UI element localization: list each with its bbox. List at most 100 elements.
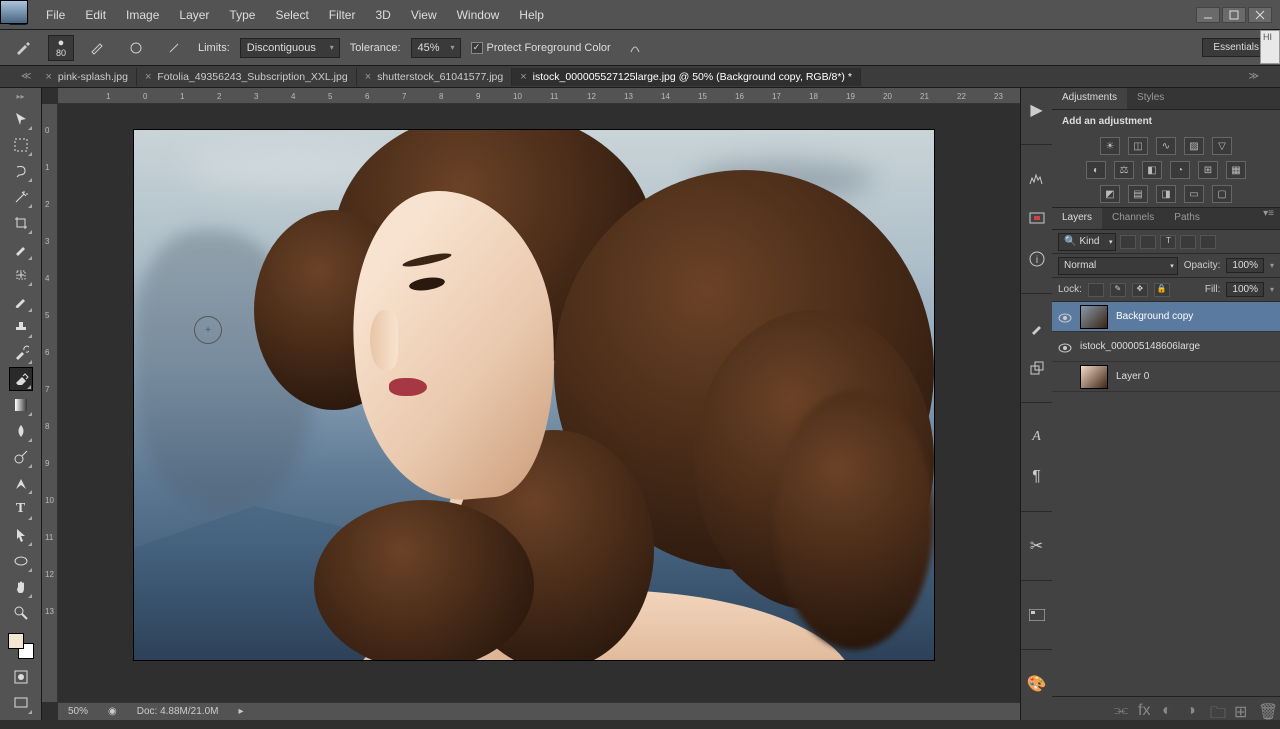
new-fill-icon[interactable]: ◑ [1186,702,1200,716]
character-icon[interactable]: A [1027,427,1047,447]
fill-value[interactable]: 100% [1226,282,1264,297]
lock-all-icon[interactable]: 🔒 [1154,283,1170,297]
new-group-icon[interactable]: 🗀 [1210,702,1224,716]
color-swatches[interactable] [8,633,34,659]
tab-scroll-left-icon[interactable]: ≪ [15,71,37,82]
hidden-panel-peek[interactable]: HI [1260,30,1280,64]
menu-layer[interactable]: Layer [169,4,219,26]
curves-icon[interactable]: ∿ [1156,137,1176,155]
status-arrow-icon[interactable]: ▸ [238,706,243,717]
blur-tool[interactable] [9,419,33,443]
filter-type-icon[interactable]: T [1160,235,1176,249]
pen-tool[interactable] [9,471,33,495]
document-tab[interactable]: ×pink-splash.jpg [37,68,136,86]
panel-menu-icon[interactable]: ▾≡ [1263,208,1280,229]
layer-thumbnail[interactable] [1080,365,1108,389]
tab-styles[interactable]: Styles [1127,88,1174,109]
blend-mode-select[interactable]: Normal [1058,257,1178,275]
tab-scroll-right-icon[interactable]: ≫ [1243,71,1265,82]
canvas[interactable]: + [58,104,1020,702]
filter-pixel-icon[interactable] [1120,235,1136,249]
pressure-icon[interactable] [122,36,150,60]
threshold-icon[interactable]: ◨ [1156,185,1176,203]
visibility-icon[interactable] [1058,340,1072,354]
delete-layer-icon[interactable]: 🗑 [1258,702,1272,716]
filter-smart-icon[interactable] [1200,235,1216,249]
visibility-icon[interactable] [1058,310,1072,324]
screenmode-tool[interactable] [9,691,33,715]
layer-fx-icon[interactable]: fx [1138,702,1152,716]
tablet-icon[interactable] [160,36,188,60]
sample-icon[interactable] [621,36,649,60]
navigator-icon[interactable] [1027,209,1047,229]
filter-adjust-icon[interactable] [1140,235,1156,249]
menu-file[interactable]: File [36,4,75,26]
gradient-map-icon[interactable]: ▭ [1184,185,1204,203]
paragraph-icon[interactable]: ¶ [1027,467,1047,487]
tab-adjustments[interactable]: Adjustments [1052,88,1127,109]
layer-thumbnail[interactable] [1080,305,1108,329]
filter-shape-icon[interactable] [1180,235,1196,249]
tab-close-icon[interactable]: × [145,71,151,83]
selective-icon[interactable]: ▢ [1212,185,1232,203]
menu-type[interactable]: Type [219,4,265,26]
maximize-button[interactable] [1222,7,1246,23]
gradient-tool[interactable] [9,393,33,417]
posterize-icon[interactable]: ▤ [1128,185,1148,203]
marquee-tool[interactable] [9,133,33,157]
new-layer-icon[interactable]: ⊞ [1234,702,1248,716]
healing-tool[interactable] [9,263,33,287]
crop-tool[interactable] [9,211,33,235]
eyedropper-tool[interactable] [9,237,33,261]
filter-kind-select[interactable]: 🔍Kind [1058,233,1116,251]
lock-pos-icon[interactable]: ✥ [1132,283,1148,297]
tab-close-icon[interactable]: × [45,71,51,83]
tab-layers[interactable]: Layers [1052,208,1102,229]
clone-source-icon[interactable] [1027,358,1047,378]
levels-icon[interactable]: ◫ [1128,137,1148,155]
invert-icon[interactable]: ◩ [1100,185,1120,203]
minimize-button[interactable] [1196,7,1220,23]
balance-icon[interactable]: ⚖ [1114,161,1134,179]
tab-channels[interactable]: Channels [1102,208,1164,229]
hand-tool[interactable] [9,575,33,599]
link-layers-icon[interactable]: ⫘ [1114,702,1128,716]
layer-row[interactable]: Layer 0 [1052,362,1280,392]
zoom-level[interactable]: 50% [68,706,88,717]
wand-tool[interactable] [9,185,33,209]
tab-close-icon[interactable]: × [365,71,371,83]
layer-mask-icon[interactable]: ◐ [1162,702,1176,716]
menu-3d[interactable]: 3D [365,4,400,26]
preset-manager-icon[interactable]: ✂ [1027,536,1047,556]
mixer-icon[interactable]: ⊞ [1198,161,1218,179]
brush-panel-icon[interactable] [1027,318,1047,338]
layer-thumbnail[interactable] [0,0,28,24]
lock-trans-icon[interactable] [1088,283,1104,297]
move-tool[interactable] [9,107,33,131]
limits-select[interactable]: Discontiguous [240,38,340,58]
eraser-tool[interactable] [9,367,33,391]
info-icon[interactable]: i [1027,249,1047,269]
vibrance-icon[interactable]: ▽ [1212,137,1232,155]
layer-row[interactable]: Background copy [1052,302,1280,332]
menu-help[interactable]: Help [509,4,554,26]
protect-fg-checkbox[interactable]: Protect Foreground Color [471,42,611,54]
brush-size-picker[interactable]: ●80 [48,35,74,61]
menu-select[interactable]: Select [265,4,318,26]
histogram-icon[interactable] [1027,169,1047,189]
tolerance-select[interactable]: 45% [411,38,461,58]
menu-edit[interactable]: Edit [75,4,116,26]
stamp-tool[interactable] [9,315,33,339]
menu-view[interactable]: View [401,4,447,26]
document-tab[interactable]: ×istock_000005527125large.jpg @ 50% (Bac… [512,68,861,86]
play-icon[interactable]: ▶ [1027,100,1047,120]
brush-icon[interactable] [84,36,112,60]
lasso-tool[interactable] [9,159,33,183]
lock-pixel-icon[interactable]: ✎ [1110,283,1126,297]
swatches-panel-icon[interactable] [1027,605,1047,625]
lookup-icon[interactable]: ▦ [1226,161,1246,179]
tab-paths[interactable]: Paths [1164,208,1210,229]
document-tab[interactable]: ×Fotolia_49356243_Subscription_XXL.jpg [137,68,357,86]
document-tab[interactable]: ×shutterstock_61041577.jpg [357,68,513,86]
shape-tool[interactable] [9,549,33,573]
